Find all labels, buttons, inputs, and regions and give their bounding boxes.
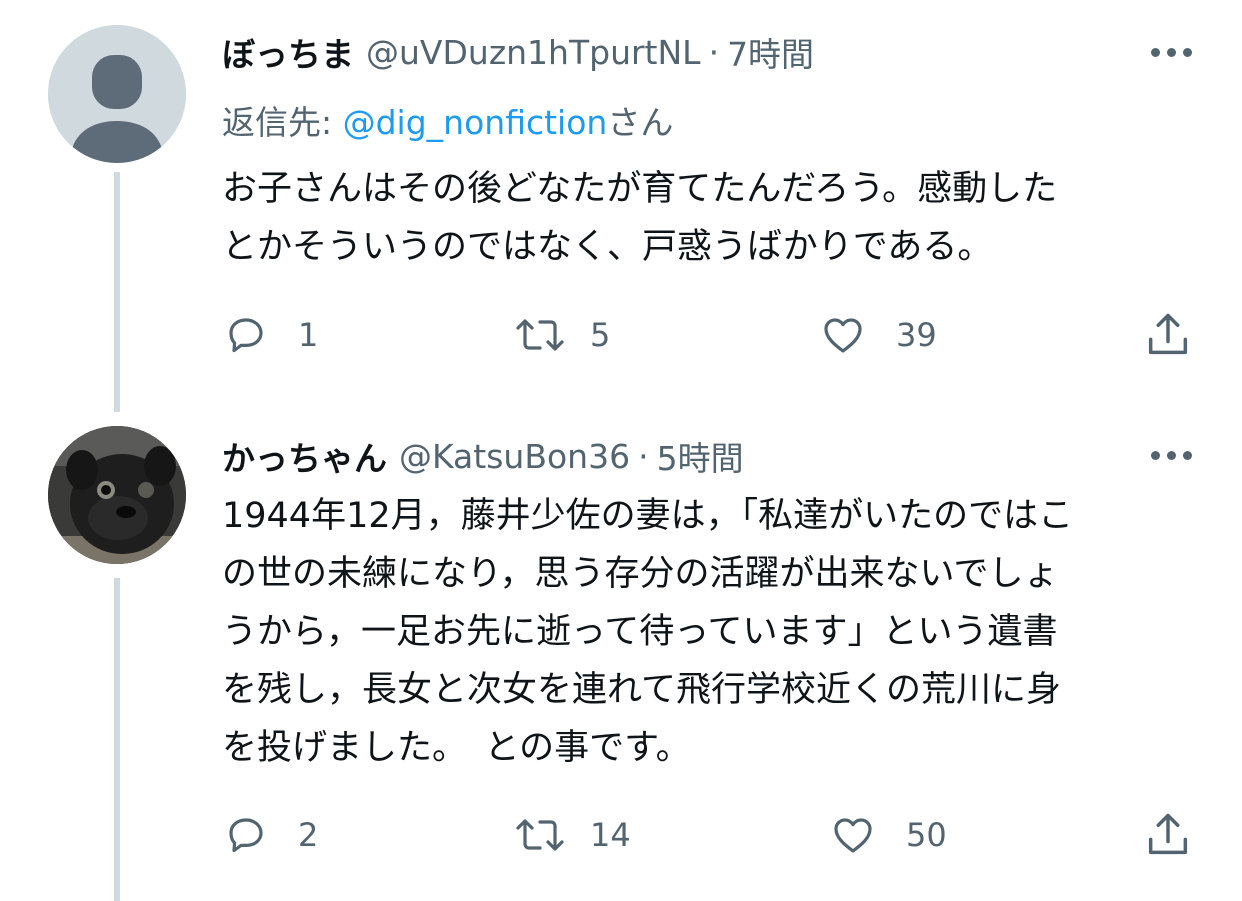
- heart-icon: [824, 318, 862, 353]
- reply-icon: [229, 818, 263, 853]
- tweet-timestamp[interactable]: 5時間: [657, 432, 744, 480]
- user-handle[interactable]: @KatsuBon36: [399, 437, 630, 476]
- more-icon[interactable]: [1151, 451, 1192, 460]
- thread-line: [114, 172, 120, 412]
- reply-icon: [229, 318, 263, 353]
- retweet-icon: [516, 319, 564, 351]
- reply-count: 1: [298, 316, 319, 354]
- reply-to-line: 返信先: @dig_nonfictionさん: [222, 96, 673, 144]
- tweet-actions: 2 14 50: [222, 810, 1197, 860]
- tweet-actions: 1 5 39: [222, 310, 1197, 360]
- heart-icon: [834, 818, 872, 853]
- share-icon: [1148, 313, 1188, 355]
- reply-button[interactable]: 2: [222, 810, 318, 860]
- separator-dot: ·: [638, 436, 649, 476]
- avatar[interactable]: [48, 25, 186, 163]
- reply-to-mention[interactable]: @dig_nonfiction: [343, 103, 608, 142]
- tweet-timestamp[interactable]: 7時間: [727, 28, 814, 76]
- tweet-text: お子さんはその後どなたが育てたんだろう。感動した とかそういうのではなく、戸惑う…: [222, 169, 1058, 267]
- like-button[interactable]: 39: [818, 310, 937, 360]
- retweet-count: 14: [590, 816, 631, 854]
- like-count: 50: [906, 816, 947, 854]
- tweet-text: 1944年12月，藤井少佐の妻は，「私達がいたのではこ の世の未練になり，思う存…: [222, 496, 1074, 768]
- avatar[interactable]: [48, 426, 186, 564]
- retweet-button[interactable]: 14: [512, 810, 631, 860]
- thread-line: [114, 578, 120, 901]
- default-avatar-icon: [48, 25, 186, 163]
- retweet-icon: [516, 819, 564, 851]
- tweet-header: ぼっちま @uVDuzn1hTpurtNL · 7時間: [222, 26, 1192, 78]
- user-handle[interactable]: @uVDuzn1hTpurtNL: [366, 33, 701, 72]
- reply-to-suffix: さん: [607, 103, 674, 142]
- reply-to-prefix: 返信先:: [222, 103, 343, 142]
- reply-button[interactable]: 1: [222, 310, 318, 360]
- like-count: 39: [896, 316, 937, 354]
- display-name[interactable]: かっちゃん: [222, 432, 387, 480]
- display-name[interactable]: ぼっちま: [222, 28, 354, 76]
- reply-count: 2: [298, 816, 319, 854]
- share-icon: [1148, 813, 1188, 855]
- pug-photo: [48, 426, 186, 564]
- retweet-count: 5: [590, 316, 611, 354]
- tweet-header: かっちゃん @KatsuBon36 · 5時間: [222, 430, 1192, 482]
- like-button[interactable]: 50: [828, 810, 947, 860]
- retweet-button[interactable]: 5: [512, 310, 610, 360]
- separator-dot: ·: [708, 32, 720, 72]
- share-button[interactable]: [1142, 310, 1194, 360]
- share-button[interactable]: [1142, 810, 1194, 860]
- more-icon[interactable]: [1151, 48, 1192, 57]
